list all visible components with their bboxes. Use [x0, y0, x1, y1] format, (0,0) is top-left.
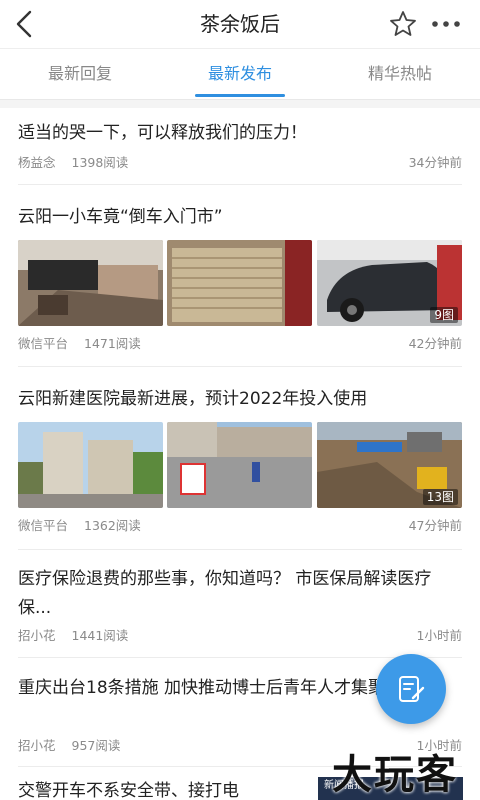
tab-bar: 最新回复 最新发布 精华热帖 [0, 48, 480, 100]
tab-featured[interactable]: 精华热帖 [340, 49, 460, 99]
post-time: 42分钟前 [408, 336, 462, 351]
post-image-row: 13图 [18, 422, 462, 508]
post-time: 47分钟前 [408, 518, 462, 533]
post-meta: 微信平台 1362阅读 47分钟前 [18, 516, 462, 536]
post-item[interactable]: 云阳新建医院最新进展，预计2022年投入使用 13图 微信平台 1362阅读 4… [18, 384, 462, 533]
post-item[interactable]: 医疗保险退费的那些事，你知道吗？ 市医保局解读医疗保... 招小花 1441阅读… [18, 565, 462, 643]
divider [18, 366, 462, 367]
tab-latest-reply[interactable]: 最新回复 [20, 49, 140, 99]
post-author: 杨益念 [18, 155, 56, 170]
post-meta: 杨益念 1398阅读 34分钟前 [18, 153, 462, 173]
star-icon [390, 11, 416, 36]
post-thumbnail[interactable] [167, 240, 312, 326]
post-views: 1362阅读 [84, 518, 141, 533]
more-dots-icon [432, 21, 460, 27]
post-title: 云阳新建医院最新进展，预计2022年投入使用 [18, 389, 368, 409]
post-image-row: 9图 [18, 240, 462, 326]
divider [18, 184, 462, 185]
post-views: 1471阅读 [84, 336, 141, 351]
post-author: 招小花 [18, 738, 56, 753]
compose-edit-icon [399, 676, 425, 702]
post-item[interactable]: 云阳一小车竟“倒车入门市” 9图 微信平台 1471阅读 42分钟前 [18, 202, 462, 351]
post-author: 招小花 [18, 628, 56, 643]
post-time: 1小时前 [416, 628, 462, 643]
post-title: 适当的哭一下，可以释放我们的压力！ [18, 123, 307, 143]
post-time: 34分钟前 [408, 155, 462, 170]
post-thumbnail[interactable] [18, 422, 163, 508]
post-thumbnail[interactable]: 13图 [317, 422, 462, 508]
image-count-badge: 9图 [430, 307, 458, 323]
top-app-bar: 茶余饭后 [0, 0, 480, 48]
post-meta: 招小花 1441阅读 1小时前 [18, 626, 462, 646]
post-author: 微信平台 [18, 336, 69, 351]
post-thumbnail[interactable] [167, 422, 312, 508]
post-item[interactable]: 适当的哭一下，可以释放我们的压力！ 杨益念 1398阅读 34分钟前 [18, 118, 462, 170]
favorite-button[interactable] [388, 9, 418, 39]
image-count-badge: 13图 [422, 489, 458, 505]
post-views: 1441阅读 [71, 628, 129, 643]
post-thumbnail[interactable]: 9图 [317, 240, 462, 326]
active-tab-indicator [195, 94, 285, 97]
watermark-logo: 大玩客 [332, 752, 458, 798]
divider [18, 549, 462, 550]
more-button[interactable] [428, 9, 464, 39]
post-author: 微信平台 [18, 518, 69, 533]
tab-latest-post[interactable]: 最新发布 [180, 49, 300, 99]
post-views: 1398阅读 [71, 155, 129, 170]
compose-button[interactable] [376, 654, 446, 724]
section-gap [0, 100, 480, 108]
post-title: 云阳一小车竟“倒车入门市” [18, 207, 223, 227]
post-title: 医疗保险退费的那些事，你知道吗？ 市医保局解读医疗保... [18, 569, 432, 618]
post-thumbnail[interactable] [18, 240, 163, 326]
post-meta: 微信平台 1471阅读 42分钟前 [18, 334, 462, 354]
post-views: 957阅读 [71, 738, 121, 753]
